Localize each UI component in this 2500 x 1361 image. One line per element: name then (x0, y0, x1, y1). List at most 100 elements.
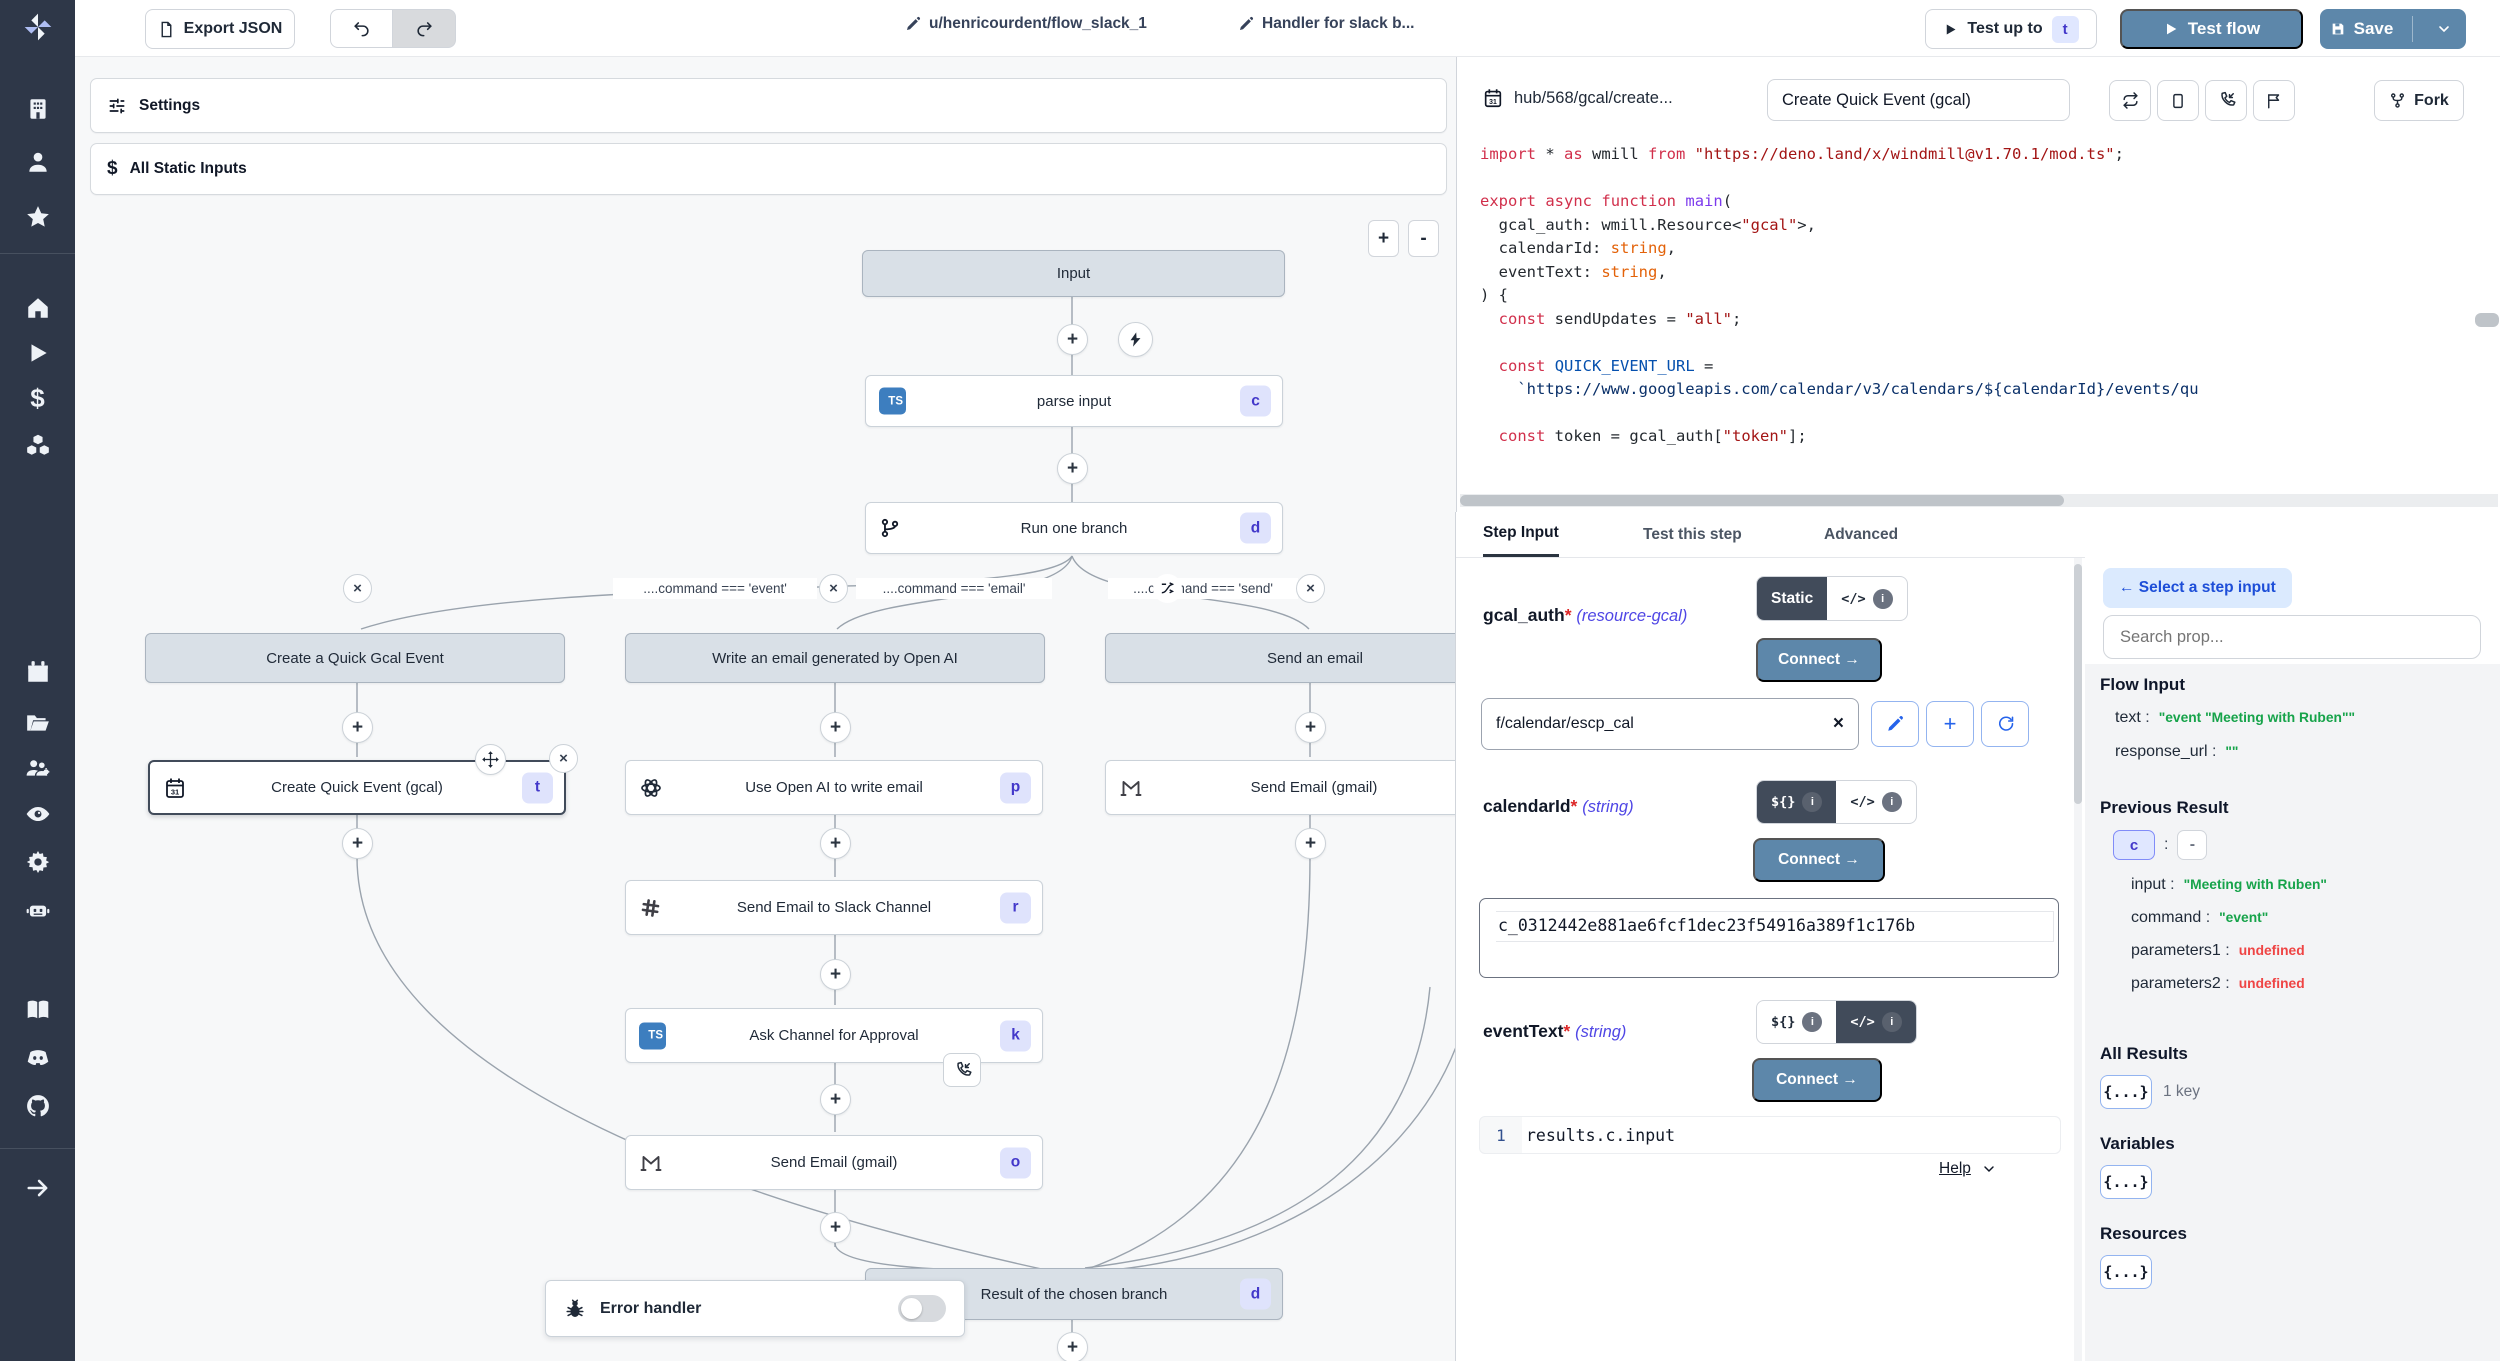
connect-button-gcal-auth[interactable]: Connect → (1756, 638, 1882, 682)
node-use-openai[interactable]: Use Open AI to write email p (625, 760, 1043, 815)
remove-branch-button[interactable]: × (819, 574, 848, 603)
prop-row[interactable]: parameters2 undefined (2131, 975, 2305, 993)
code-vscrollbar[interactable] (2475, 313, 2499, 327)
runs-play-icon[interactable] (0, 333, 75, 373)
add-step-button[interactable]: + (1057, 453, 1088, 484)
undo-button[interactable] (330, 9, 393, 48)
export-json-button[interactable]: Export JSON (145, 9, 295, 49)
suspend-phone-button[interactable] (2205, 80, 2247, 121)
workspace-building-icon[interactable] (0, 89, 75, 129)
step-name-input[interactable] (1767, 79, 2070, 121)
node-parse-input[interactable]: TS parse input c (865, 375, 1283, 427)
add-step-button[interactable]: + (820, 1212, 851, 1243)
collapse-button[interactable]: - (2177, 830, 2207, 860)
resources-cubes-icon[interactable] (0, 425, 75, 465)
add-step-button[interactable]: + (342, 712, 373, 743)
node-send-email-right[interactable]: Send Email (gmail) (1105, 760, 1456, 815)
node-branch-email[interactable]: Write an email generated by Open AI (625, 633, 1045, 683)
add-step-button[interactable]: + (1057, 1332, 1088, 1361)
settings-gear-icon[interactable] (0, 842, 75, 882)
fork-button[interactable]: Fork (2374, 80, 2464, 121)
flow-settings-bar[interactable]: Settings (90, 78, 1447, 133)
node-send-email-mid[interactable]: Send Email (gmail) o (625, 1135, 1043, 1190)
template-mode-segment[interactable]: ${}i (1757, 1001, 1836, 1043)
node-ask-approval[interactable]: TS Ask Channel for Approval k (625, 1008, 1043, 1063)
node-branch-send[interactable]: Send an email (1105, 633, 1456, 683)
windmill-logo-icon[interactable] (0, 6, 75, 48)
code-hscrollbar[interactable] (1460, 494, 2498, 507)
zoom-out-button[interactable]: - (1408, 220, 1439, 257)
expand-sidebar-arrow-icon[interactable] (0, 1168, 75, 1208)
tab-test-this-step[interactable]: Test this step (1643, 512, 1742, 557)
node-create-quick-event[interactable]: 31 Create Quick Event (gcal) t (148, 760, 566, 815)
refresh-resource-button[interactable] (1981, 701, 2029, 747)
all-static-inputs-bar[interactable]: $ All Static Inputs (90, 143, 1447, 195)
branch-condition-label[interactable]: ....command === 'email' (856, 578, 1052, 599)
early-stop-flag-button[interactable] (2253, 80, 2295, 121)
user-icon[interactable] (0, 142, 75, 182)
add-resource-button[interactable]: + (1926, 701, 1974, 747)
branch-condition-label[interactable]: ....command === 'send' (1108, 578, 1298, 599)
add-step-button[interactable]: + (820, 959, 851, 990)
expression-editor[interactable]: 1 results.c.input (1479, 1116, 2061, 1154)
node-branch-event[interactable]: Create a Quick Gcal Event (145, 633, 565, 683)
folders-icon[interactable] (0, 703, 75, 743)
step-id-badge[interactable]: c (2113, 830, 2155, 860)
code-mode-segment[interactable]: </>i (1827, 577, 1906, 620)
ai-robot-icon[interactable] (0, 890, 75, 930)
prop-row[interactable]: text "event "Meeting with Ruben"" (2115, 709, 2355, 727)
variables-object-badge[interactable]: {...} (2100, 1165, 2152, 1199)
flow-title-edit[interactable]: Handler for slack b... (1238, 15, 1414, 33)
save-dropdown-button[interactable] (2422, 9, 2466, 49)
add-step-button[interactable]: + (1057, 324, 1088, 355)
breadcrumb[interactable]: u/henricourdent/flow_slack_1 (905, 15, 1147, 33)
code-mode-segment[interactable]: </>i (1836, 781, 1915, 823)
node-run-one-branch[interactable]: Run one branch d (865, 502, 1283, 554)
test-up-to-button[interactable]: Test up to t (1925, 9, 2097, 49)
audit-eye-icon[interactable] (0, 794, 75, 834)
groups-icon[interactable] (0, 748, 75, 788)
move-step-handle[interactable] (475, 744, 506, 775)
prop-row[interactable]: command "event" (2131, 909, 2268, 927)
home-icon[interactable] (0, 288, 75, 328)
template-mode-segment[interactable]: ${}i (1757, 781, 1836, 823)
favorites-star-icon[interactable] (0, 197, 75, 237)
prop-row[interactable]: parameters1 undefined (2131, 942, 2305, 960)
docs-book-icon[interactable] (0, 990, 75, 1030)
remove-branch-button[interactable]: × (343, 574, 372, 603)
flow-canvas[interactable]: Settings $ All Static Inputs + - Input +… (75, 57, 1456, 1361)
add-step-button[interactable]: + (1295, 712, 1326, 743)
save-button[interactable]: Save (2320, 9, 2403, 49)
tab-advanced[interactable]: Advanced (1824, 512, 1898, 557)
connect-button-calendarid[interactable]: Connect → (1753, 838, 1885, 882)
static-mode-segment[interactable]: Static (1757, 577, 1827, 620)
variables-dollar-icon[interactable]: $ (0, 378, 75, 418)
schedules-calendar-icon[interactable] (0, 652, 75, 692)
help-link[interactable]: Help (1939, 1160, 1997, 1178)
panel-vscrollbar[interactable] (2074, 558, 2082, 1361)
code-mode-segment[interactable]: </>i (1836, 1001, 1915, 1043)
error-handler-card[interactable]: Error handler (545, 1280, 965, 1337)
discord-icon[interactable] (0, 1038, 75, 1078)
prop-row[interactable]: response_url "" (2115, 743, 2238, 761)
redo-button[interactable] (393, 9, 456, 48)
select-step-input-button[interactable]: ← Select a step input (2103, 568, 2292, 608)
zoom-in-button[interactable]: + (1368, 220, 1399, 257)
node-input[interactable]: Input (862, 250, 1285, 297)
prop-row[interactable]: input "Meeting with Ruben" (2131, 876, 2327, 894)
resource-picker[interactable]: f/calendar/escp_cal × (1481, 698, 1859, 750)
all-results-object-badge[interactable]: {...} (2100, 1075, 2152, 1109)
trigger-bolt-button[interactable] (1118, 322, 1153, 357)
node-slack-channel[interactable]: Send Email to Slack Channel r (625, 880, 1043, 935)
concurrency-square-button[interactable] (2157, 80, 2199, 121)
test-flow-button[interactable]: Test flow (2120, 9, 2303, 49)
remove-branch-button[interactable]: × (1296, 574, 1325, 603)
add-step-button[interactable]: + (820, 1084, 851, 1115)
edit-resource-button[interactable] (1871, 701, 1919, 747)
clear-resource-icon[interactable]: × (1833, 713, 1844, 735)
add-step-button[interactable]: + (820, 828, 851, 859)
branch-condition-label[interactable]: ....command === 'event' (613, 578, 817, 599)
github-icon[interactable] (0, 1086, 75, 1126)
add-step-button[interactable]: + (820, 712, 851, 743)
calendarid-textarea[interactable]: c_0312442e881ae6fcf1dec23f54916a389f1c17… (1479, 898, 2059, 978)
